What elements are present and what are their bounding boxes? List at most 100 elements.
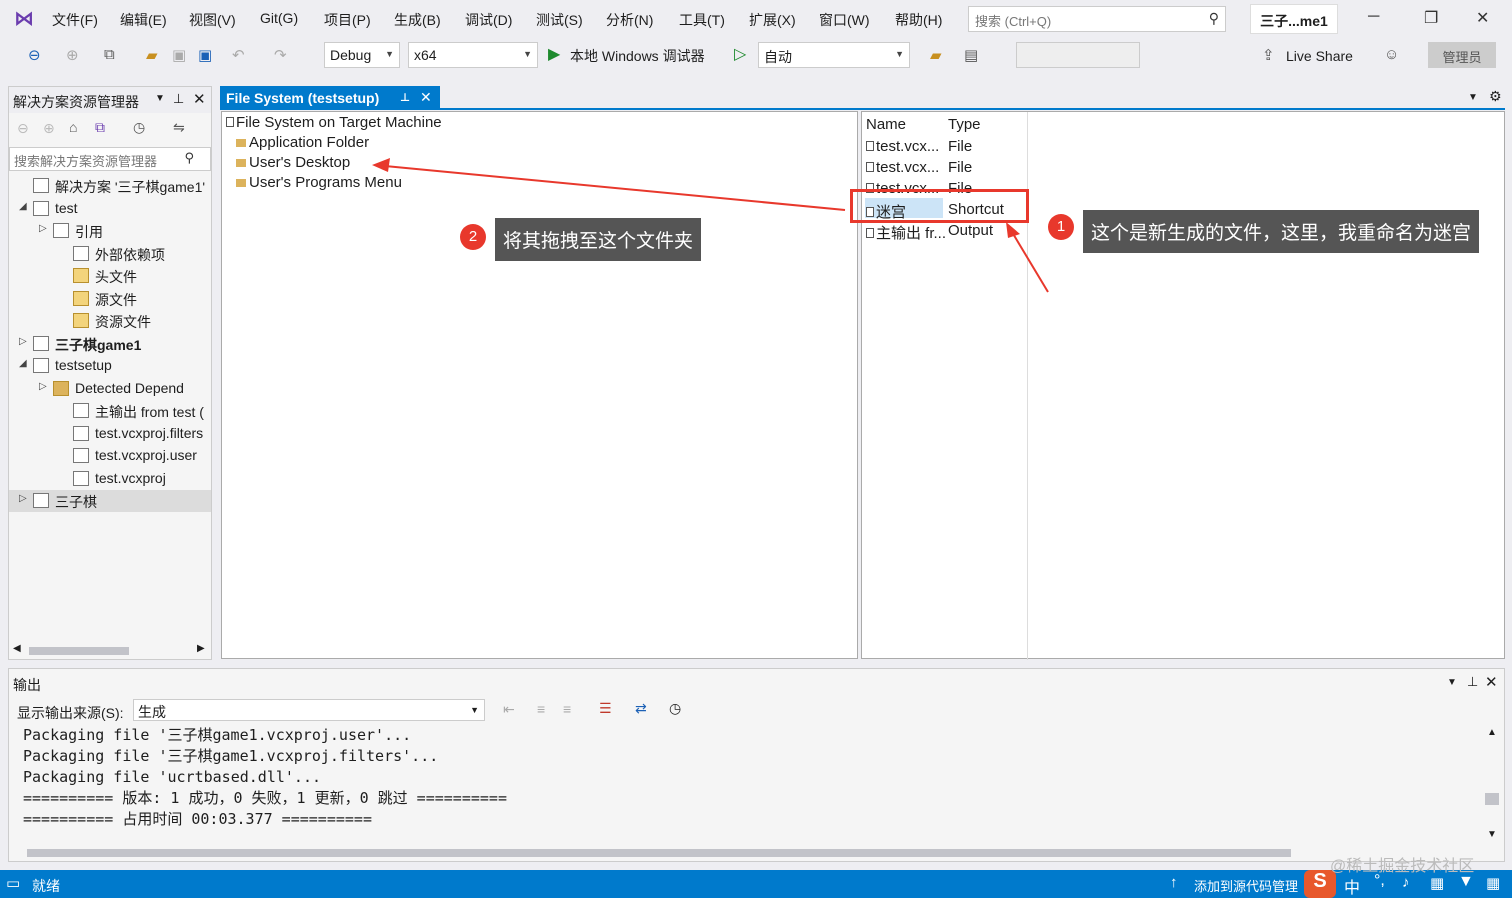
- tree-item[interactable]: ▷ 三子棋: [9, 490, 211, 512]
- word-wrap-icon[interactable]: ⇄: [635, 700, 647, 717]
- tree-item[interactable]: ◢ testsetup: [9, 355, 211, 377]
- back-icon[interactable]: ⊖: [28, 46, 41, 64]
- fs-users-desktop[interactable]: User's Desktop: [236, 154, 350, 171]
- minimize-icon[interactable]: ─: [1368, 8, 1379, 26]
- close-icon[interactable]: ✕: [193, 90, 206, 108]
- close-tab-icon[interactable]: ✕: [420, 89, 432, 106]
- empty-combo[interactable]: [1016, 42, 1140, 68]
- save-all-icon[interactable]: ▣: [198, 46, 212, 64]
- fs-users-programs-menu[interactable]: User's Programs Menu: [236, 174, 402, 191]
- vertical-scrollbar[interactable]: ▲ ▼: [1483, 725, 1501, 845]
- next-message-icon[interactable]: ≡: [563, 701, 571, 717]
- menu-edit[interactable]: 编辑(E): [120, 10, 167, 30]
- startup-combo[interactable]: 自动 ▼: [758, 42, 910, 68]
- open-icon[interactable]: ▰: [146, 46, 158, 64]
- feedback-icon[interactable]: ☺: [1384, 46, 1399, 63]
- microphone-icon[interactable]: ♪: [1402, 874, 1410, 891]
- switch-view-icon[interactable]: ⧉: [95, 119, 105, 136]
- fs-application-folder[interactable]: Application Folder: [236, 134, 369, 151]
- pin-icon[interactable]: ⊥: [173, 91, 184, 107]
- new-item-icon[interactable]: ⧉: [104, 46, 115, 63]
- fs-root[interactable]: File System on Target Machine: [226, 114, 442, 131]
- tree-item[interactable]: 解决方案 '三子棋game1': [9, 175, 211, 197]
- find-message-icon[interactable]: ⇤: [503, 701, 515, 718]
- tree-item[interactable]: 源文件: [9, 288, 211, 310]
- file-row-name[interactable]: test.vcx...: [866, 138, 939, 155]
- tree-item[interactable]: 头文件: [9, 265, 211, 287]
- close-window-icon[interactable]: ✕: [1476, 8, 1489, 28]
- prev-message-icon[interactable]: ≡: [537, 701, 545, 717]
- tree-item[interactable]: ▷ Detected Depend: [9, 378, 211, 400]
- platform-combo[interactable]: x64 ▼: [408, 42, 538, 68]
- debugger-button[interactable]: 本地 Windows 调试器: [570, 46, 705, 66]
- pin-icon[interactable]: ⊥: [1467, 674, 1478, 690]
- start-debug-icon[interactable]: ▶: [548, 44, 560, 64]
- add-to-source-control-button[interactable]: 添加到源代码管理: [1194, 876, 1298, 895]
- notifications-icon[interactable]: ▭: [6, 874, 20, 892]
- menu-build[interactable]: 生成(B): [394, 10, 441, 30]
- vs-logo-icon[interactable]: ⋈: [14, 6, 34, 31]
- menu-extensions[interactable]: 扩展(X): [749, 10, 796, 30]
- tree-item[interactable]: test.vcxproj: [9, 468, 211, 490]
- clear-all-icon[interactable]: ☰: [599, 700, 612, 717]
- menu-project[interactable]: 项目(P): [324, 10, 371, 30]
- live-share-button[interactable]: Live Share: [1286, 48, 1353, 64]
- collapsed-icon[interactable]: ▷: [19, 493, 27, 504]
- undo-icon[interactable]: ↶: [232, 46, 245, 64]
- share-icon[interactable]: ⇪: [1262, 46, 1275, 64]
- forward-icon[interactable]: ⊕: [66, 46, 79, 64]
- tree-item[interactable]: 外部依赖项: [9, 243, 211, 265]
- output-source-select[interactable]: 生成 ▼: [133, 699, 485, 721]
- scrollbar-thumb[interactable]: [1485, 793, 1499, 805]
- pin-icon[interactable]: ⊥: [400, 91, 410, 104]
- menu-test[interactable]: 测试(S): [536, 10, 583, 30]
- search-input[interactable]: 搜索 (Ctrl+Q) ⚲: [968, 6, 1226, 32]
- file-row-name[interactable]: 主输出 fr...: [866, 222, 946, 243]
- clock-icon[interactable]: ◷: [669, 700, 681, 717]
- tree-item[interactable]: test.vcxproj.user: [9, 445, 211, 467]
- chevron-down-icon[interactable]: ▼: [155, 93, 165, 104]
- menu-git[interactable]: Git(G): [260, 10, 298, 26]
- menu-tools[interactable]: 工具(T): [679, 10, 725, 30]
- home-icon[interactable]: ⌂: [69, 119, 77, 135]
- config-combo[interactable]: Debug ▼: [324, 42, 400, 68]
- scroll-right-icon[interactable]: ▶: [197, 643, 205, 654]
- tree-item[interactable]: 主输出 from test (: [9, 400, 211, 422]
- forward-icon[interactable]: ⊕: [43, 120, 55, 137]
- restore-icon[interactable]: ❐: [1424, 8, 1438, 28]
- chevron-down-icon[interactable]: ▼: [1447, 677, 1457, 688]
- window-layout-icon[interactable]: ▤: [964, 46, 978, 64]
- collapsed-icon[interactable]: ▷: [19, 336, 27, 347]
- save-icon[interactable]: ▣: [172, 46, 186, 64]
- scrollbar-thumb[interactable]: [29, 647, 129, 655]
- collapsed-icon[interactable]: ▷: [39, 223, 47, 234]
- ime-mode[interactable]: 中: [1344, 874, 1360, 898]
- horizontal-scrollbar[interactable]: ◀ ▶: [9, 641, 211, 659]
- menu-window[interactable]: 窗口(W): [819, 10, 870, 30]
- horizontal-scrollbar[interactable]: [11, 847, 1481, 859]
- tab-file-system[interactable]: File System (testsetup) ⊥ ✕: [220, 86, 440, 110]
- menu-help[interactable]: 帮助(H): [895, 10, 942, 30]
- column-header-type[interactable]: Type: [948, 116, 981, 133]
- keyboard-icon[interactable]: ▦: [1430, 874, 1444, 892]
- grid-icon[interactable]: ▦: [1486, 874, 1500, 892]
- pending-changes-icon[interactable]: ◷: [133, 119, 145, 136]
- expanded-icon[interactable]: ◢: [19, 358, 27, 369]
- redo-icon[interactable]: ↷: [274, 46, 287, 64]
- tree-item[interactable]: ▷ 三子棋game1: [9, 333, 211, 355]
- tree-item[interactable]: test.vcxproj.filters: [9, 423, 211, 445]
- up-arrow-icon[interactable]: ↑: [1170, 874, 1178, 891]
- tree-item[interactable]: ◢ test: [9, 198, 211, 220]
- menu-file[interactable]: 文件(F): [52, 10, 98, 30]
- collapsed-icon[interactable]: ▷: [39, 381, 47, 392]
- sync-icon[interactable]: ⇋: [173, 119, 185, 136]
- expanded-icon[interactable]: ◢: [19, 201, 27, 212]
- menu-debug[interactable]: 调试(D): [465, 10, 512, 30]
- file-row-name[interactable]: test.vcx...: [866, 159, 939, 176]
- column-header-name[interactable]: Name: [866, 116, 906, 133]
- menu-view[interactable]: 视图(V): [189, 10, 236, 30]
- chevron-down-icon[interactable]: ▼: [1468, 92, 1478, 103]
- start-without-debug-icon[interactable]: ▷: [734, 44, 746, 64]
- solution-search-input[interactable]: 搜索解决方案资源管理器 ⚲: [9, 147, 211, 171]
- folder-browse-icon[interactable]: ▰: [930, 46, 942, 64]
